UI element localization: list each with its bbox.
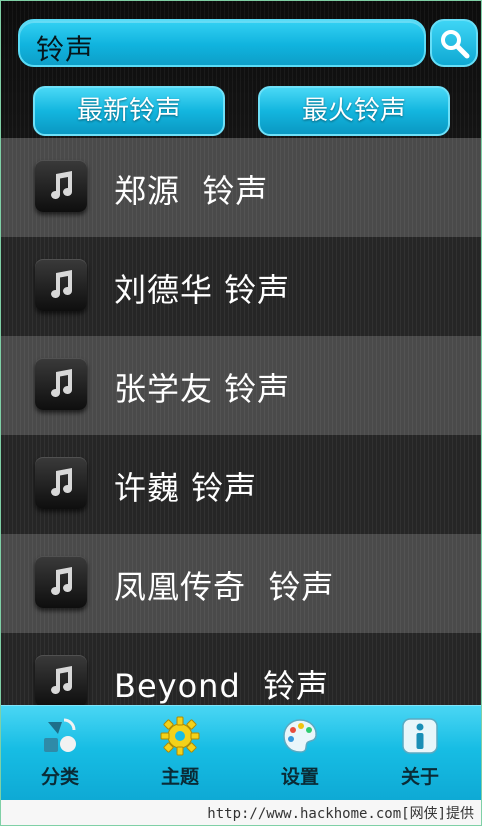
- tab-category-label: 分类: [40, 766, 79, 788]
- list-item-label: 凤凰传奇 铃声: [114, 568, 335, 606]
- music-note-icon: [35, 259, 87, 311]
- watermark-bar: http://www.hackhome.com[网侠]提供: [0, 800, 482, 826]
- tab-category[interactable]: 分类: [0, 706, 120, 801]
- music-note-icon: [35, 160, 87, 212]
- list-item-label: 许巍 铃声: [114, 469, 258, 507]
- list-item-label: Beyond 铃声: [114, 667, 330, 705]
- search-input[interactable]: 铃声: [18, 19, 426, 67]
- list-item[interactable]: 郑源 铃声: [0, 138, 482, 237]
- search-icon: [441, 30, 470, 59]
- list-item[interactable]: 刘德华 铃声: [0, 237, 482, 336]
- tab-settings-label: 设置: [280, 766, 319, 788]
- watermark-text: http://www.hackhome.com[网侠]提供: [207, 806, 474, 822]
- bottom-tab-bar: 分类 主题 设置 关于: [0, 705, 482, 801]
- ringtone-list: 郑源 铃声 刘德华 铃声 张学友 铃声 许巍 铃声 凤凰传奇 铃声 Beyond…: [0, 138, 482, 705]
- music-note-icon: [35, 655, 87, 705]
- list-item[interactable]: 凤凰传奇 铃声: [0, 534, 482, 633]
- tab-theme-label: 主题: [160, 766, 199, 788]
- list-item[interactable]: Beyond 铃声: [0, 633, 482, 705]
- newest-ringtones-button[interactable]: 最新铃声: [33, 86, 225, 136]
- search-button[interactable]: [430, 19, 478, 67]
- header: 铃声 最新铃声 最火铃声: [0, 0, 482, 138]
- list-item[interactable]: 许巍 铃声: [0, 435, 482, 534]
- hottest-ringtones-button[interactable]: 最火铃声: [258, 86, 450, 136]
- tab-theme[interactable]: 主题: [120, 706, 240, 801]
- music-note-icon: [35, 358, 87, 410]
- palette-icon: [283, 719, 317, 753]
- list-item-label: 郑源 铃声: [114, 172, 269, 210]
- list-item[interactable]: 张学友 铃声: [0, 336, 482, 435]
- music-note-icon: [35, 556, 87, 608]
- category-icon: [44, 718, 76, 752]
- tab-settings[interactable]: 设置: [240, 706, 360, 801]
- list-item-label: 张学友 铃声: [114, 370, 291, 408]
- tab-about-label: 关于: [400, 766, 439, 788]
- music-note-icon: [35, 457, 87, 509]
- search-input-value: 铃声: [36, 33, 95, 66]
- gear-icon: [160, 716, 200, 756]
- list-item-label: 刘德华 铃声: [114, 271, 291, 309]
- info-icon: [402, 718, 438, 754]
- tab-about[interactable]: 关于: [360, 706, 480, 801]
